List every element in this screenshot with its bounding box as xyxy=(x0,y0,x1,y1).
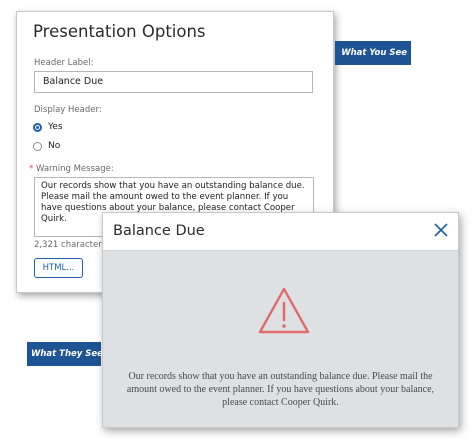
what-you-see-label: What You See xyxy=(335,41,411,65)
html-button[interactable]: HTML... xyxy=(34,258,83,278)
balance-due-modal: Balance Due Our records show that you ha… xyxy=(102,212,459,428)
warning-caption-text: Warning Message: xyxy=(35,164,114,174)
radio-no[interactable]: No xyxy=(33,141,60,151)
radio-yes[interactable]: Yes xyxy=(33,122,63,132)
radio-yes-button[interactable] xyxy=(33,122,42,132)
modal-header: Balance Due xyxy=(103,213,458,251)
modal-title: Balance Due xyxy=(113,223,205,239)
warning-triangle-icon xyxy=(258,287,310,334)
header-label-input[interactable]: Balance Due xyxy=(34,71,313,93)
required-mark: * xyxy=(29,164,34,174)
modal-message: Our records show that you have an outsta… xyxy=(126,371,435,408)
close-icon[interactable] xyxy=(432,221,450,239)
panel-title: Presentation Options xyxy=(33,22,206,41)
warning-message-caption: * Warning Message: xyxy=(29,164,114,174)
radio-no-label: No xyxy=(48,141,61,151)
radio-no-button[interactable] xyxy=(33,141,42,151)
header-label-caption: Header Label: xyxy=(34,58,94,68)
what-they-see-label: What They See xyxy=(27,342,103,366)
radio-yes-label: Yes xyxy=(48,122,63,132)
display-header-caption: Display Header: xyxy=(34,105,102,115)
